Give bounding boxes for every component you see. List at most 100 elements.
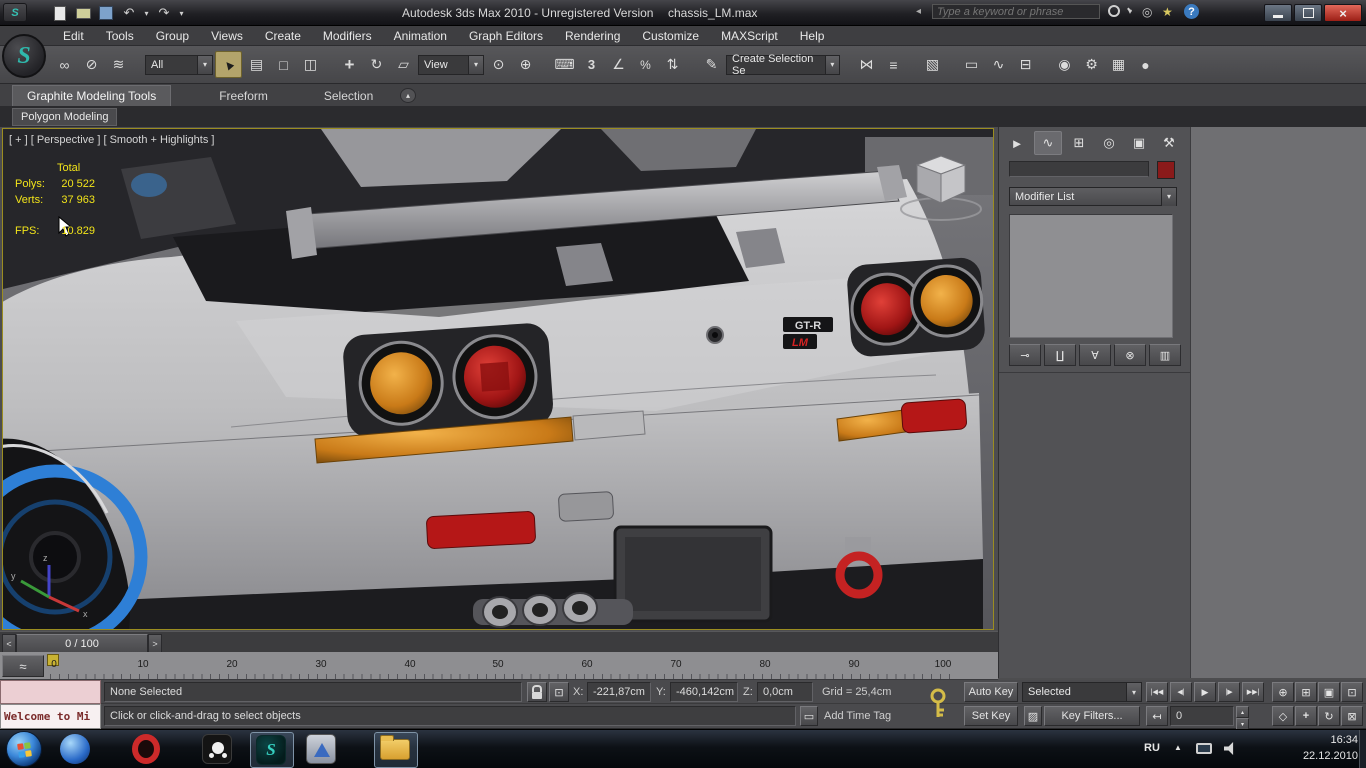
show-desktop-button[interactable] [1359, 730, 1366, 768]
maxscript-listener-pink[interactable] [0, 680, 101, 704]
reference-coordinate-dropdown[interactable]: View ▾ [418, 55, 484, 75]
zoom-extents-button[interactable]: ▣ [1318, 682, 1340, 702]
viewport-label[interactable]: [ + ] [ Perspective ] [ Smooth + Highlig… [9, 134, 214, 146]
previous-frame-button[interactable]: ◀| [1170, 682, 1192, 702]
selection-lock-button[interactable] [527, 682, 547, 702]
maxscript-listener-white[interactable]: Welcome to Mi [0, 704, 101, 729]
display-tray-icon[interactable] [1196, 743, 1212, 754]
tab-selection[interactable]: Selection [310, 86, 387, 106]
menu-create[interactable]: Create [254, 26, 312, 45]
menu-rendering[interactable]: Rendering [554, 26, 631, 45]
next-frame-nudge-button[interactable]: > [148, 634, 162, 653]
menu-group[interactable]: Group [145, 26, 200, 45]
infocenter-search-input[interactable] [932, 4, 1100, 19]
keyboard-shortcut-override-button[interactable]: ⌨ [552, 52, 577, 77]
auto-key-button[interactable]: Auto Key [964, 682, 1018, 702]
zoom-button[interactable]: ⊕ [1272, 682, 1294, 702]
render-production-button[interactable]: ● [1133, 52, 1158, 77]
undo-button[interactable]: ↶ [119, 4, 139, 22]
modifier-stack[interactable] [1009, 214, 1173, 338]
set-key-button[interactable]: Set Key [964, 706, 1018, 726]
go-to-end-button[interactable]: ▶▶| [1242, 682, 1264, 702]
zoom-all-button[interactable]: ⊞ [1295, 682, 1317, 702]
edit-named-selection-sets-button[interactable]: ✎ [699, 52, 724, 77]
application-button[interactable]: S [3, 3, 27, 22]
pin-stack-button[interactable]: ⊸ [1009, 344, 1041, 366]
set-keys-key-button[interactable] [918, 686, 958, 722]
redo-button[interactable]: ↷ [154, 4, 174, 22]
chevron-down-icon[interactable]: ▾ [1161, 188, 1176, 206]
time-slider-handle[interactable]: 0 / 100 [16, 634, 148, 653]
select-object-button[interactable]: ▲ [215, 51, 242, 78]
new-scene-button[interactable] [50, 4, 70, 22]
use-center-button[interactable]: ⊙ [486, 52, 511, 77]
3dsmax-taskbar-icon[interactable]: S [256, 735, 286, 765]
make-unique-button[interactable]: ∀ [1079, 344, 1111, 366]
infocenter-collapse-icon[interactable]: ◂ [916, 6, 921, 17]
close-button[interactable]: × [1324, 4, 1362, 22]
motion-tab[interactable]: ◎ [1096, 132, 1122, 154]
select-and-scale-button[interactable]: ▱ [391, 52, 416, 77]
infocenter-search-caret[interactable]: ▾ [1128, 7, 1132, 16]
save-file-button[interactable] [96, 4, 116, 22]
curve-editor-button[interactable]: ∿ [986, 52, 1011, 77]
select-and-manipulate-button[interactable]: ⊕ [513, 52, 538, 77]
remove-modifier-button[interactable]: ⊗ [1114, 344, 1146, 366]
schematic-view-button[interactable]: ⊟ [1013, 52, 1038, 77]
material-editor-button[interactable]: ◉ [1052, 52, 1077, 77]
absolute-offset-toggle-button[interactable]: ⊡ [549, 682, 569, 702]
clock-date[interactable]: 22.12.2010 [1282, 750, 1358, 762]
next-frame-button[interactable]: |▶ [1218, 682, 1240, 702]
window-crossing-button[interactable]: ◫ [298, 52, 323, 77]
spinner-snap-button[interactable]: ⇅ [660, 52, 685, 77]
opera-icon[interactable] [132, 734, 160, 764]
angle-snap-button[interactable]: ∠ [606, 52, 631, 77]
menu-graph-editors[interactable]: Graph Editors [458, 26, 554, 45]
zoom-region-button[interactable]: ⊡ [1341, 682, 1363, 702]
hierarchy-tab[interactable]: ⊞ [1066, 132, 1092, 154]
tray-expand-icon[interactable]: ▲ [1174, 743, 1182, 752]
key-filters-button[interactable]: Key Filters... [1044, 706, 1140, 726]
menu-customize[interactable]: Customize [631, 26, 710, 45]
clock-time[interactable]: 16:34 [1288, 734, 1358, 746]
graphics-app-icon[interactable] [306, 734, 336, 764]
key-filters-icon[interactable]: ▨ [1024, 706, 1042, 726]
key-selection-dropdown[interactable]: Selected ▾ [1022, 682, 1142, 702]
undo-dropdown[interactable]: ▾ [142, 4, 151, 22]
modifier-list-dropdown[interactable]: Modifier List ▾ [1009, 187, 1177, 206]
track-bar[interactable]: ≈ 0 10 20 30 40 50 60 70 80 90 100 [0, 652, 998, 680]
viewport-perspective[interactable]: GT-R LM z x y [2, 128, 994, 630]
named-selection-dropdown[interactable]: Create Selection Se ▾ [726, 55, 840, 75]
select-and-link-button[interactable]: ∞ [52, 52, 77, 77]
orbit-button[interactable]: ↻ [1318, 706, 1340, 726]
snaps-toggle-button[interactable]: 3 [579, 52, 604, 77]
time-slider-track[interactable]: < 0 / 100 > [0, 631, 998, 652]
chevron-down-icon[interactable]: ▾ [825, 56, 839, 74]
go-to-start-button[interactable]: |◀◀ [1146, 682, 1168, 702]
volume-tray-icon[interactable] [1224, 742, 1237, 755]
help-icon[interactable]: ? [1184, 4, 1199, 19]
x-coordinate-field[interactable]: -221,87cm [587, 682, 651, 702]
media-app-icon[interactable] [202, 734, 232, 764]
tab-graphite-modeling-tools[interactable]: Graphite Modeling Tools [12, 85, 171, 106]
play-button[interactable]: ▶ [1194, 682, 1216, 702]
create-tab[interactable]: ► [1004, 132, 1030, 154]
configure-modifier-sets-button[interactable]: ▥ [1149, 344, 1181, 366]
display-tab[interactable]: ▣ [1126, 132, 1152, 154]
open-mini-curve-editor-button[interactable]: ≈ [2, 655, 44, 677]
favorites-star-icon[interactable]: ★ [1162, 5, 1173, 19]
object-color-swatch[interactable] [1157, 161, 1175, 179]
open-file-button[interactable] [73, 4, 93, 22]
add-time-tag-icon[interactable]: ▭ [800, 706, 818, 726]
modify-tab[interactable]: ∿ [1034, 131, 1062, 155]
frame-spinner[interactable]: ▴ ▾ [1236, 706, 1249, 726]
minimize-button[interactable] [1264, 4, 1292, 22]
rendered-frame-window-button[interactable]: ▦ [1106, 52, 1131, 77]
maximize-viewport-button[interactable]: ⊠ [1341, 706, 1363, 726]
previous-frame-nudge-button[interactable]: < [2, 634, 16, 653]
3dsmax-logo[interactable]: S [2, 34, 46, 78]
z-coordinate-field[interactable]: 0,0cm [757, 682, 813, 702]
chevron-down-icon[interactable]: ▾ [197, 56, 212, 74]
language-indicator[interactable]: RU [1144, 742, 1160, 754]
field-of-view-button[interactable]: ◇ [1272, 706, 1294, 726]
